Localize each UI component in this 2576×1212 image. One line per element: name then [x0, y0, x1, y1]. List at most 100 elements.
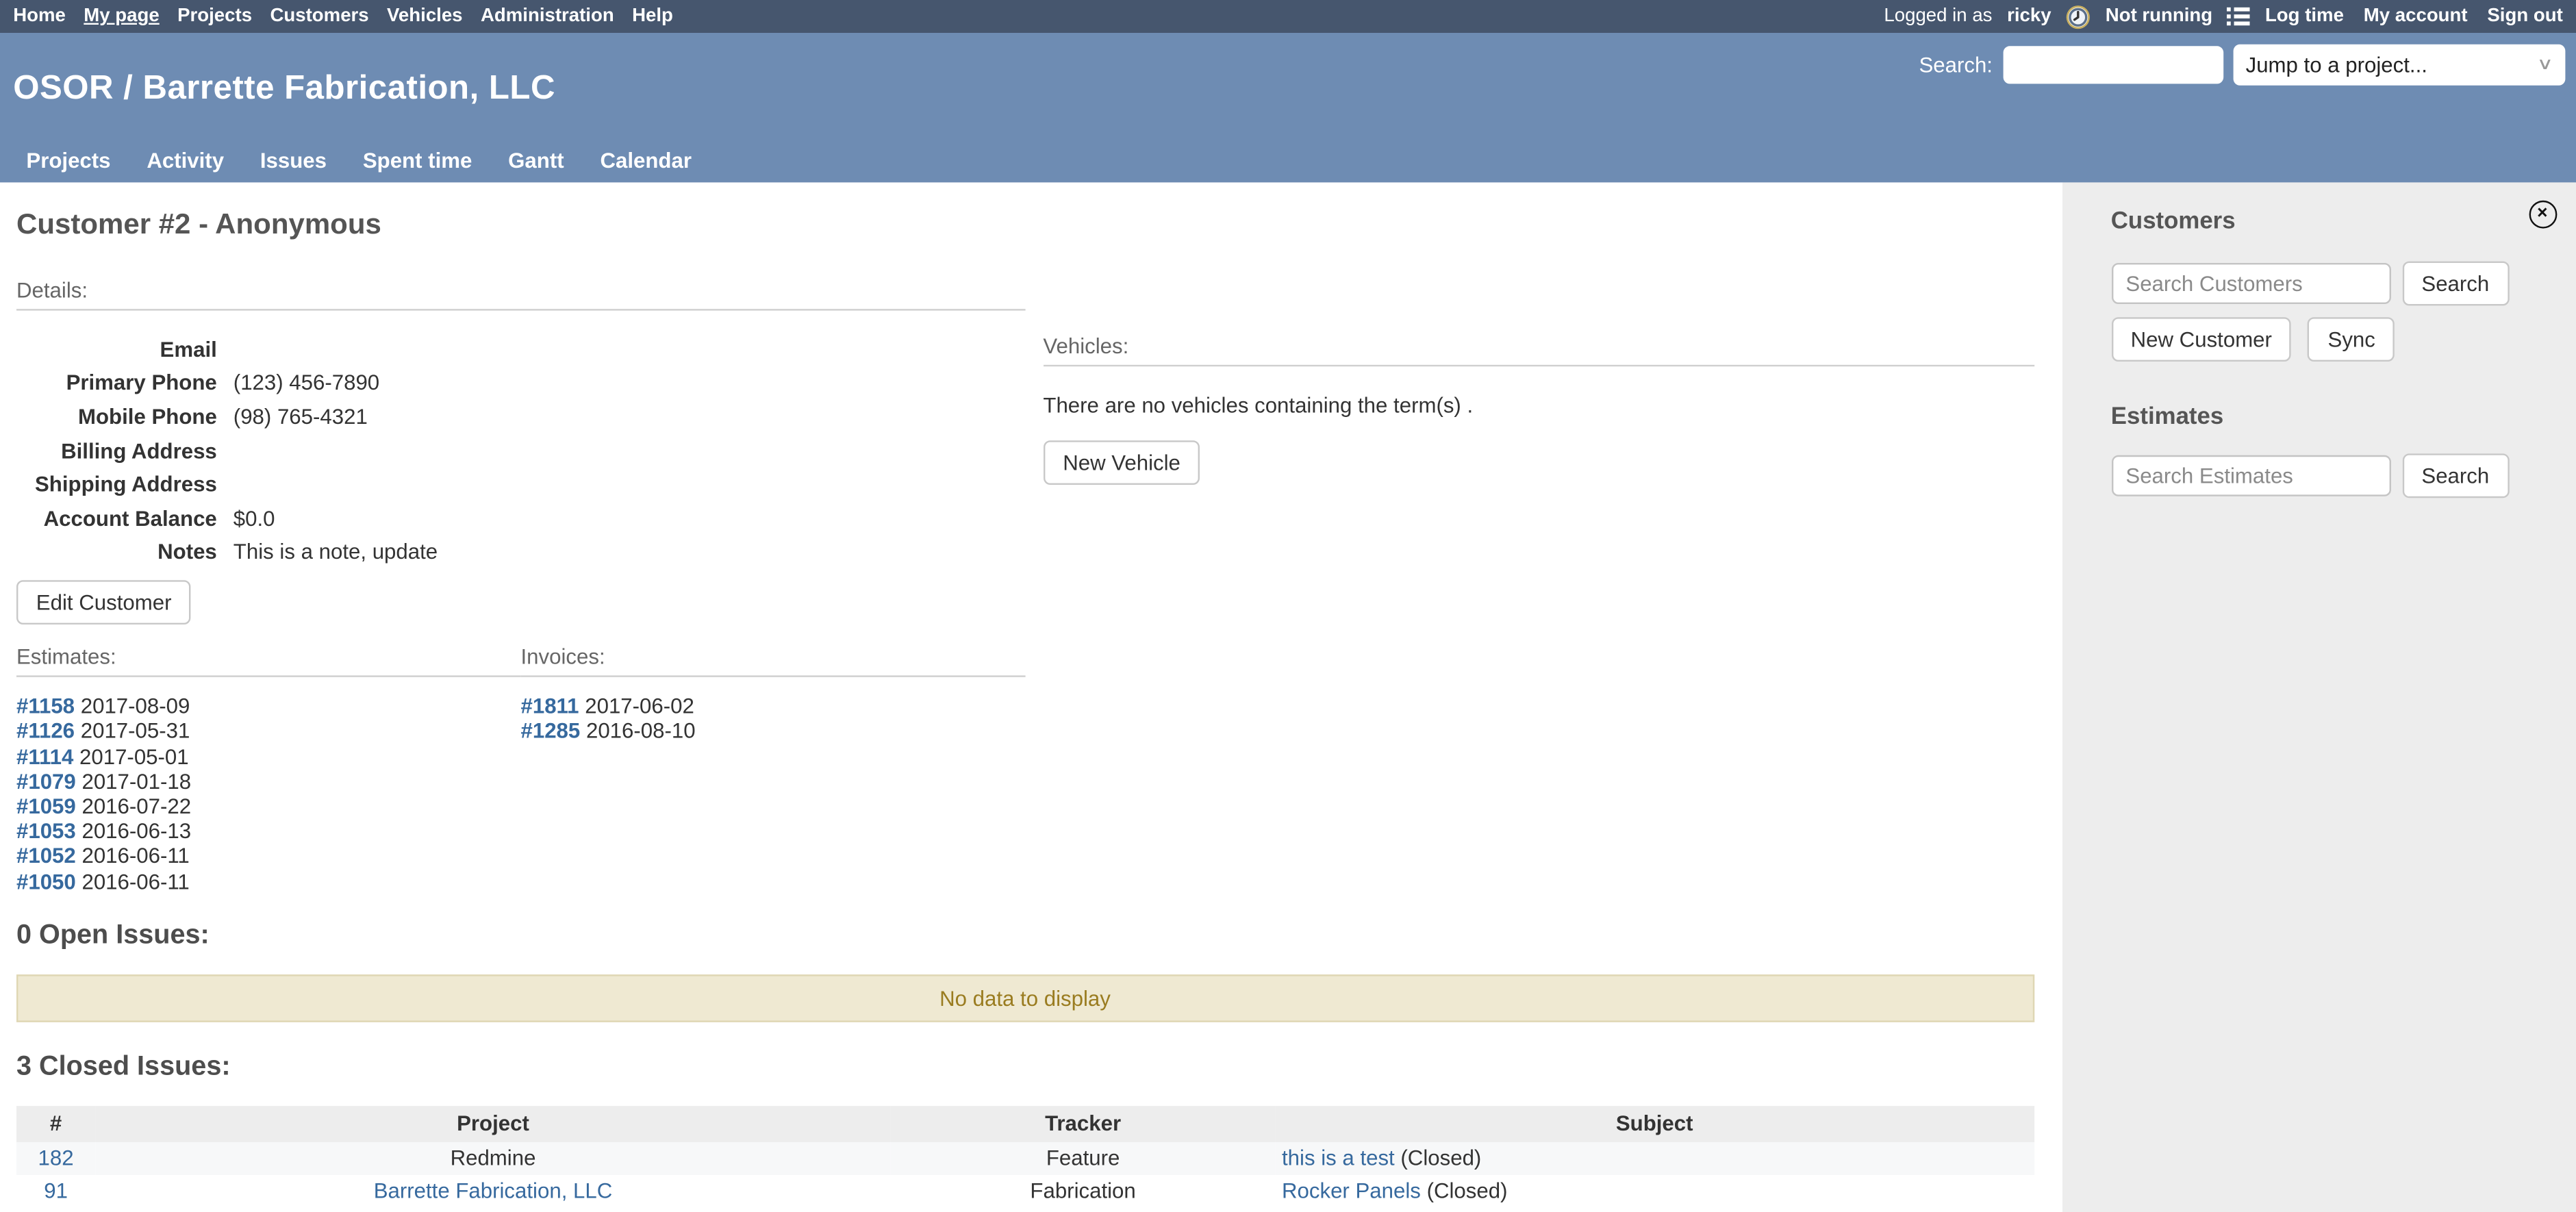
issue-project-link[interactable]: Barrette Fabrication, LLC: [374, 1178, 613, 1203]
issue-row: 182RedmineFeaturethis is a test (Closed): [16, 1141, 2034, 1174]
details-rows: EmailPrimary Phone(123) 456-7890Mobile P…: [16, 332, 1025, 569]
tab-gantt[interactable]: Gantt: [490, 141, 582, 182]
estimates-search-row: Search: [2111, 453, 2556, 498]
top-menu-right: Logged in as ricky Not running Log time M…: [1884, 4, 2562, 29]
estimate-link[interactable]: #1052: [16, 844, 76, 868]
estimate-link[interactable]: #1053: [16, 819, 76, 844]
detail-value: This is a note, update: [233, 540, 438, 564]
top-menu-item-administration[interactable]: Administration: [481, 7, 614, 27]
detail-row: Billing Address: [16, 433, 1025, 467]
column-header-tracker: Tracker: [891, 1106, 1276, 1142]
sidebar-estimates-heading: Estimates: [2111, 404, 2556, 430]
invoice-date: 2016-08-10: [586, 719, 696, 744]
closed-issues-table: #ProjectTrackerSubject 182RedmineFeature…: [16, 1106, 2034, 1208]
estimate-date: 2016-06-11: [81, 844, 189, 868]
estimate-link[interactable]: #1059: [16, 794, 76, 818]
content: Customer #2 - Anonymous Details: EmailPr…: [0, 182, 2062, 1212]
top-menu-item-vehicles[interactable]: Vehicles: [387, 7, 463, 27]
issue-tracker: Feature: [891, 1141, 1276, 1174]
time-log-list-icon[interactable]: [2227, 7, 2251, 27]
top-menu-item-log-time[interactable]: Log time: [2265, 7, 2344, 27]
estimate-item: #1052 2016-06-11: [16, 844, 521, 868]
search-customers-input[interactable]: [2111, 263, 2390, 304]
account-menu-links: Log time My account Sign out: [2265, 7, 2563, 27]
issue-row: 91Barrette Fabrication, LLCFabricationRo…: [16, 1174, 2034, 1207]
estimate-date: 2016-06-11: [81, 869, 189, 894]
timer-clock-icon: [2066, 4, 2091, 29]
detail-row: Email: [16, 332, 1025, 366]
invoice-item: #1285 2016-08-10: [521, 719, 1026, 744]
new-customer-button[interactable]: New Customer: [2111, 317, 2292, 362]
estimate-date: 2016-06-13: [81, 819, 191, 844]
estimate-item: #1059 2016-07-22: [16, 794, 521, 818]
detail-row: Account Balance$0.0: [16, 501, 1025, 535]
closed-issues-heading: 3 Closed Issues:: [16, 1051, 2034, 1083]
open-issues-heading: 0 Open Issues:: [16, 920, 2034, 951]
estimates-section: Estimates: #1158 2017-08-09#1126 2017-05…: [16, 644, 521, 894]
estimates-section-label: Estimates:: [16, 644, 521, 670]
search-estimates-button[interactable]: Search: [2402, 453, 2509, 498]
application-window: Home My page Projects Customers Vehicles Admi…: [0, 0, 2576, 1212]
issue-project: Redmine: [451, 1146, 536, 1170]
invoices-list: #1811 2017-06-02#1285 2016-08-10: [521, 694, 1026, 744]
tab-activity[interactable]: Activity: [129, 141, 242, 182]
top-menu-item-my-page[interactable]: My page: [84, 7, 159, 27]
top-menu-bar: Home My page Projects Customers Vehicles Admi…: [0, 0, 2576, 33]
timer-status: Not running: [2106, 7, 2212, 27]
invoices-section-label: Invoices:: [521, 644, 1026, 670]
estimate-date: 2017-08-09: [81, 694, 190, 718]
issue-subject-link[interactable]: Rocker Panels: [1282, 1178, 1421, 1203]
estimate-link[interactable]: #1050: [16, 869, 76, 894]
estimates-invoices-split: Estimates: #1158 2017-08-09#1126 2017-05…: [16, 644, 1025, 894]
top-menu-item-help[interactable]: Help: [632, 7, 673, 27]
estimate-link[interactable]: #1126: [16, 719, 75, 744]
estimate-date: 2017-01-18: [81, 769, 191, 794]
detail-value: (98) 765-4321: [233, 404, 368, 429]
tab-projects[interactable]: Projects: [8, 141, 129, 182]
project-jump-select[interactable]: Jump to a project... ∨: [2232, 45, 2564, 86]
no-data-banner: No data to display: [16, 974, 2034, 1022]
sidebar: × Customers Search New Customer Sync Est…: [2062, 182, 2576, 1212]
invoice-link[interactable]: #1811: [521, 694, 579, 718]
estimate-date: 2016-07-22: [81, 794, 191, 818]
estimate-item: #1050 2016-06-11: [16, 869, 521, 894]
estimate-link[interactable]: #1114: [16, 744, 73, 768]
estimate-item: #1114 2017-05-01: [16, 744, 521, 768]
search-estimates-input[interactable]: [2111, 455, 2390, 496]
sidebar-customers-heading: Customers: [2111, 209, 2556, 235]
estimate-item: #1053 2016-06-13: [16, 819, 521, 844]
site-title: OSOR / Barrette Fabrication, LLC: [13, 69, 555, 109]
invoice-link[interactable]: #1285: [521, 719, 581, 744]
logged-in-label: Logged in as: [1884, 7, 1992, 27]
new-vehicle-button[interactable]: New Vehicle: [1043, 440, 1200, 485]
detail-label: Billing Address: [16, 438, 233, 463]
top-menu-item-projects[interactable]: Projects: [177, 7, 252, 27]
project-jump-value: Jump to a project...: [2246, 53, 2427, 77]
quick-search-input[interactable]: [2002, 46, 2223, 84]
estimate-link[interactable]: #1079: [16, 769, 76, 794]
tab-spent-time[interactable]: Spent time: [344, 141, 490, 182]
customers-search-row: Search: [2111, 262, 2556, 306]
estimate-date: 2017-05-31: [81, 719, 190, 744]
close-sidebar-button[interactable]: ×: [2528, 201, 2556, 229]
header-search-area: Search: Jump to a project... ∨: [1919, 45, 2564, 86]
edit-customer-button[interactable]: Edit Customer: [16, 581, 191, 625]
issue-id-link[interactable]: 182: [38, 1146, 74, 1170]
logged-in-username: ricky: [2007, 7, 2051, 27]
tab-issues[interactable]: Issues: [242, 141, 344, 182]
site-header: OSOR / Barrette Fabrication, LLC Search:…: [0, 33, 2576, 182]
top-menu-item-my-account[interactable]: My account: [2364, 7, 2468, 27]
search-customers-button[interactable]: Search: [2402, 262, 2509, 306]
top-menu-item-customers[interactable]: Customers: [270, 7, 368, 27]
top-menu-item-sign-out[interactable]: Sign out: [2487, 7, 2562, 27]
top-menu-item-home[interactable]: Home: [13, 7, 66, 27]
estimate-item: #1126 2017-05-31: [16, 719, 521, 744]
estimate-link[interactable]: #1158: [16, 694, 75, 718]
divider: [521, 676, 1026, 677]
top-menu-left: Home My page Projects Customers Vehicles Admi…: [13, 7, 673, 27]
issue-subject-link[interactable]: this is a test: [1282, 1146, 1395, 1170]
tab-calendar[interactable]: Calendar: [582, 141, 709, 182]
issue-id-link[interactable]: 91: [44, 1178, 68, 1203]
invoice-date: 2017-06-02: [585, 694, 694, 718]
sync-button[interactable]: Sync: [2308, 317, 2395, 362]
